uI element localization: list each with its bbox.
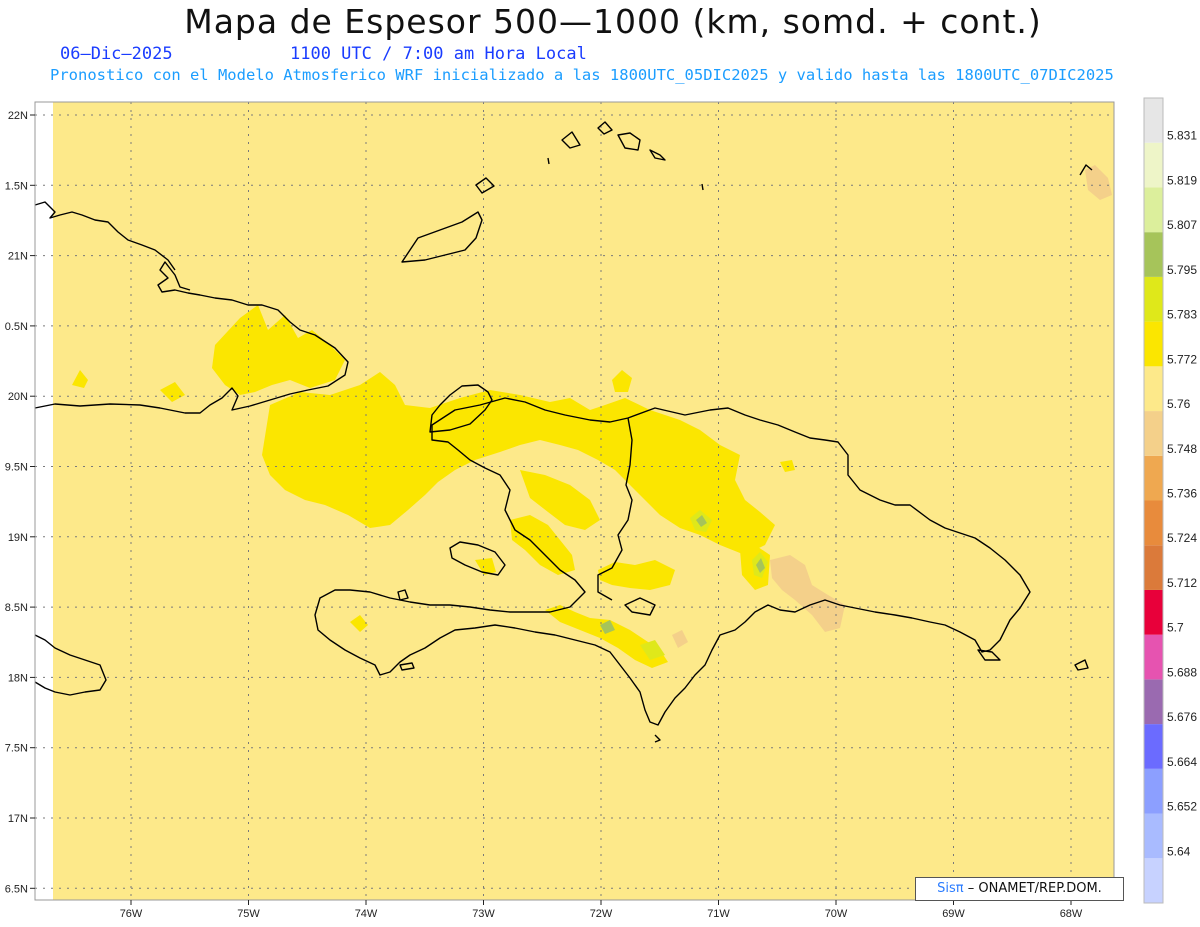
- legend-swatch: [1144, 455, 1163, 501]
- lat-tick-label: 9.5N: [5, 462, 28, 474]
- legend-swatch: [1144, 321, 1163, 367]
- legend-label: 5.748: [1167, 442, 1197, 456]
- legend-label: 5.712: [1167, 576, 1197, 590]
- lon-tick-label: 73W: [472, 908, 495, 920]
- lon-tick-label: 76W: [120, 908, 143, 920]
- legend-label: 5.64: [1167, 844, 1191, 858]
- credit-box: Sisπ – ONAMET/REP.DOM.: [915, 877, 1124, 901]
- legend-label: 5.76: [1167, 397, 1191, 411]
- lat-tick-label: 8.5N: [5, 602, 28, 614]
- legend-swatch: [1144, 679, 1163, 725]
- legend-label: 5.831: [1167, 129, 1197, 143]
- legend-label: 5.688: [1167, 665, 1197, 679]
- legend-swatch: [1144, 500, 1163, 546]
- lat-tick-label: 18N: [8, 672, 28, 684]
- legend-swatch: [1144, 142, 1163, 188]
- credit-text: – ONAMET/REP.DOM.: [967, 881, 1102, 896]
- legend-label: 5.772: [1167, 352, 1197, 366]
- legend-swatch: [1144, 232, 1163, 277]
- lon-tick-label: 71W: [707, 908, 730, 920]
- legend-swatch: [1144, 545, 1163, 590]
- legend-swatch: [1144, 589, 1163, 635]
- lat-tick-label: 21N: [8, 251, 28, 263]
- legend-label: 5.795: [1167, 263, 1197, 277]
- legend-swatch: [1144, 98, 1163, 143]
- legend-swatch: [1144, 813, 1163, 859]
- legend-label: 5.652: [1167, 800, 1197, 814]
- lat-tick-label: 19N: [8, 532, 28, 544]
- legend-swatch: [1144, 768, 1163, 814]
- lat-tick-label: 0.5N: [5, 321, 28, 333]
- legend-swatch: [1144, 858, 1163, 903]
- lat-tick-label: 20N: [8, 391, 28, 403]
- lon-tick-label: 75W: [237, 908, 260, 920]
- legend-label: 5.676: [1167, 710, 1197, 724]
- legend-swatch: [1144, 187, 1163, 233]
- thickness-map: 22N 1.5N 21N 0.5N 20N 9.5N 19N 8.5N 18N 7.5N 17N 6.…: [5, 97, 1197, 920]
- legend-label: 5.783: [1167, 308, 1197, 322]
- sispi-logo: Sisπ: [937, 881, 964, 896]
- latitude-axis: 22N 1.5N 21N 0.5N 20N 9.5N 19N 8.5N 18N 7.5N 17N 6.…: [5, 110, 35, 895]
- legend-swatch: [1144, 366, 1163, 412]
- legend-swatch: [1144, 411, 1163, 456]
- legend-label: 5.736: [1167, 487, 1197, 501]
- lon-tick-label: 69W: [942, 908, 965, 920]
- longitude-axis: 76W 75W 74W 73W 72W 71W 70W 69W 68W: [120, 900, 1083, 920]
- lat-tick-label: 6.5N: [5, 883, 28, 895]
- legend-swatch: [1144, 724, 1163, 769]
- lon-tick-label: 72W: [590, 908, 613, 920]
- lat-tick-label: 1.5N: [5, 180, 28, 192]
- legend-label: 5.807: [1167, 218, 1197, 232]
- lon-tick-label: 70W: [825, 908, 848, 920]
- legend-label: 5.819: [1167, 173, 1197, 187]
- legend-label: 5.724: [1167, 531, 1197, 545]
- legend-swatch: [1144, 634, 1163, 680]
- lat-tick-label: 7.5N: [5, 743, 28, 755]
- legend-label: 5.7: [1167, 621, 1184, 635]
- lon-tick-label: 68W: [1060, 908, 1083, 920]
- lon-tick-label: 74W: [355, 908, 378, 920]
- lat-tick-label: 22N: [8, 110, 28, 122]
- legend-swatch: [1144, 276, 1163, 322]
- legend-label: 5.664: [1167, 755, 1197, 769]
- thickness-legend: 5.64 5.652 5.664 5.676 5.688 5.7 5.712 5.724 5.7…: [1143, 97, 1197, 904]
- lat-tick-label: 17N: [8, 813, 28, 825]
